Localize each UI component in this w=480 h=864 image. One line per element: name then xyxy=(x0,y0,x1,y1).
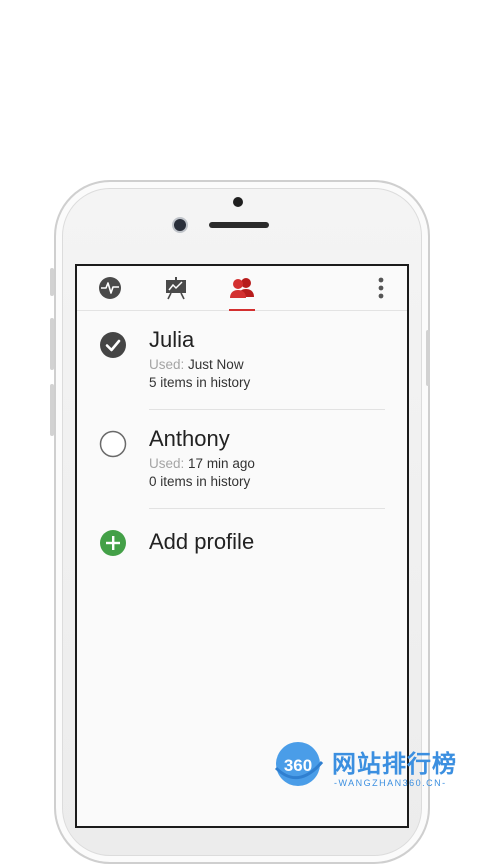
check-circle-filled-icon[interactable] xyxy=(99,331,127,359)
radio-circle-empty-icon[interactable] xyxy=(99,430,127,458)
overflow-menu-button[interactable] xyxy=(369,266,393,310)
used-label: Used: xyxy=(149,357,185,372)
pulse-icon xyxy=(99,277,121,299)
profile-history-count: 5 items in history xyxy=(149,375,251,390)
proximity-sensor xyxy=(233,197,243,207)
profile-last-used: Used: Just Now xyxy=(149,357,244,372)
phone-side-button xyxy=(426,330,430,386)
more-vert-icon xyxy=(378,277,384,299)
watermark-logo-text: 360 xyxy=(284,756,312,775)
profile-name: Julia xyxy=(149,327,195,352)
profile-name: Anthony xyxy=(149,426,230,451)
phone-side-button xyxy=(50,318,54,370)
used-value: 17 min ago xyxy=(188,456,255,471)
watermark-logo: 360 xyxy=(274,742,324,786)
watermark-english-text: -WANGZHAN360.CN- xyxy=(334,778,447,788)
add-profile-label: Add profile xyxy=(149,529,255,554)
profile-last-used: Used: 17 min ago xyxy=(149,456,255,471)
front-camera xyxy=(174,219,186,231)
profile-item[interactable]: Julia Used: Just Now 5 items in history xyxy=(77,311,407,410)
profile-item[interactable]: Anthony Used: 17 min ago 0 items in hist… xyxy=(77,410,407,509)
tab-bar xyxy=(77,266,407,311)
watermark-chinese-text: 网站排行榜 xyxy=(332,751,457,778)
phone-side-button xyxy=(50,268,54,296)
earpiece-speaker xyxy=(209,222,269,228)
profile-history-count: 0 items in history xyxy=(149,474,251,489)
tab-profiles[interactable] xyxy=(223,266,261,311)
tab-activity[interactable] xyxy=(91,266,129,310)
add-profile-button[interactable]: Add profile xyxy=(77,509,407,579)
used-label: Used: xyxy=(149,456,185,471)
used-value: Just Now xyxy=(188,357,244,372)
add-circle-icon xyxy=(100,530,126,556)
tab-chart[interactable] xyxy=(157,266,195,310)
users-icon xyxy=(230,278,254,298)
phone-side-button xyxy=(50,384,54,436)
watermark: 360 网站排行榜 -WANGZHAN360.CN- xyxy=(270,738,480,798)
presentation-chart-icon xyxy=(166,277,186,300)
